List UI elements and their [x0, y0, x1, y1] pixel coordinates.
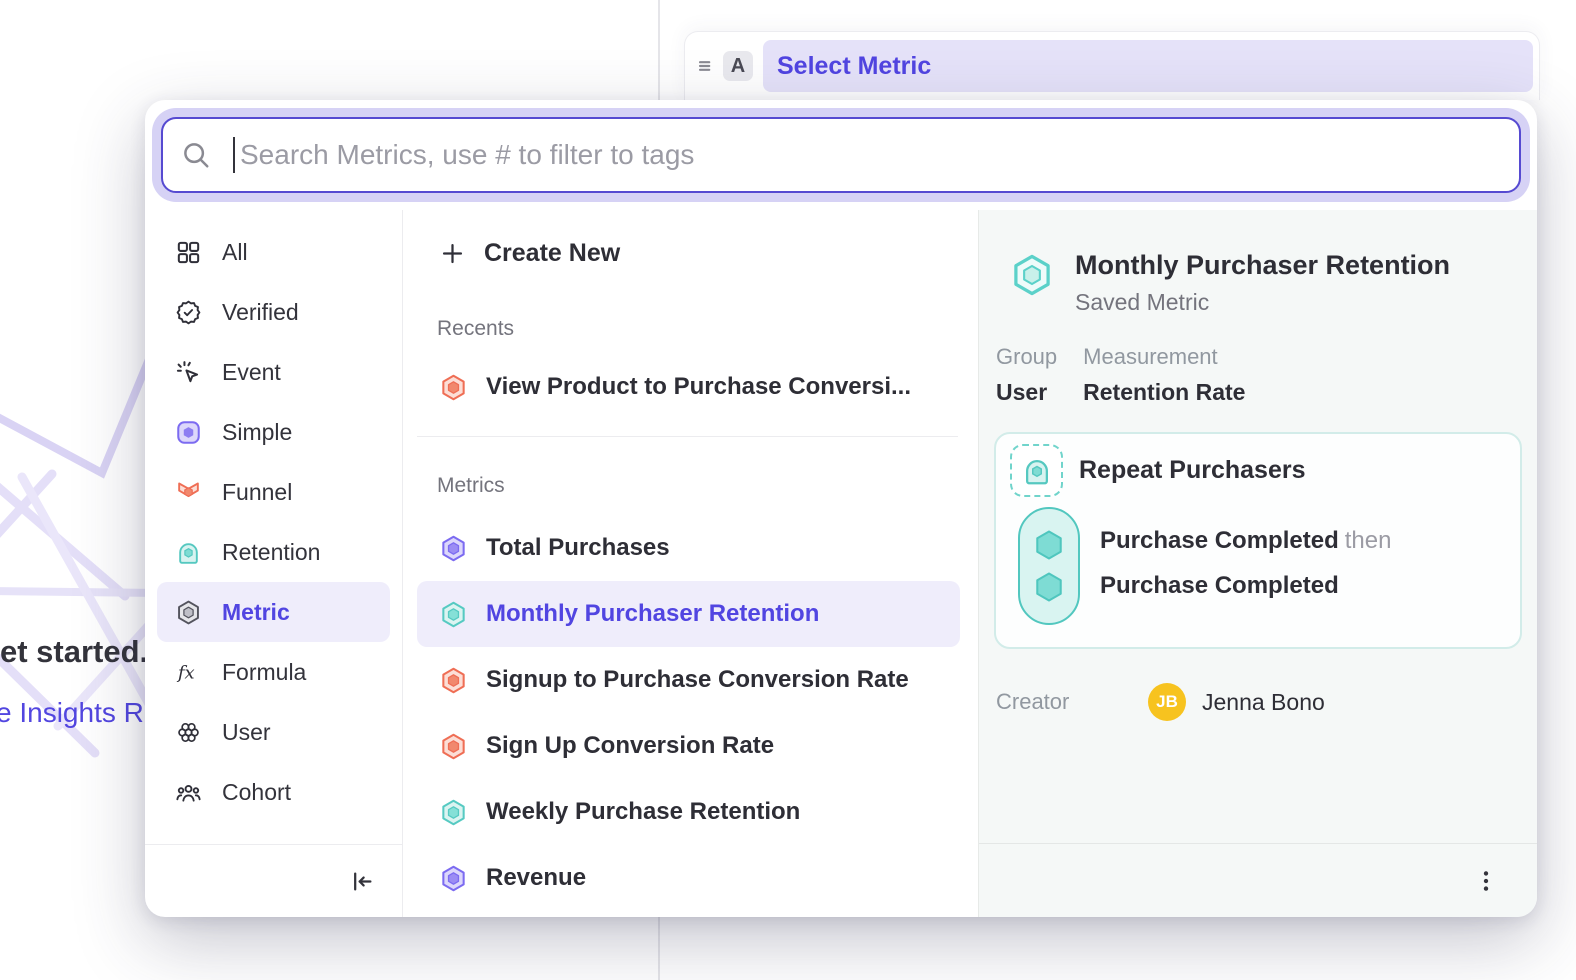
definition-step: Purchase Completed [1100, 572, 1391, 600]
event-hexagon-icon [1030, 526, 1068, 564]
sidebar-item-retention[interactable]: Retention [157, 522, 390, 582]
event-sequence-capsule [1018, 507, 1080, 625]
create-new-label: Create New [484, 239, 620, 268]
measurement-value: Retention Rate [1083, 379, 1245, 406]
metric-hexagon-icon [439, 666, 468, 695]
sidebar-item-event[interactable]: Event [157, 342, 390, 402]
group-label: Group [996, 344, 1057, 370]
user-icon [175, 719, 202, 746]
sidebar-item-label: Cohort [222, 779, 291, 806]
creator-label: Creator [996, 689, 1148, 715]
detail-title: Monthly Purchaser Retention [1075, 250, 1450, 281]
metric-hexagon-icon [175, 599, 202, 626]
select-metric-pill[interactable]: Select Metric [763, 40, 1533, 92]
metric-item-label: Total Purchases [486, 534, 670, 562]
insights-report-link[interactable]: e Insights Re [0, 697, 159, 729]
metric-hexagon-icon [439, 373, 468, 402]
metric-hexagon-icon [439, 732, 468, 761]
sidebar-item-label: User [222, 719, 271, 746]
collapse-left-icon[interactable] [349, 868, 376, 895]
metric-list-item-weekly-purchase-retention[interactable]: Weekly Purchase Retention [417, 779, 960, 845]
sidebar-item-simple[interactable]: Simple [157, 402, 390, 462]
metric-list-column: Create New Recents View Product to Purch… [403, 210, 978, 917]
sidebar-item-label: Metric [222, 599, 290, 626]
verified-badge-icon [175, 299, 202, 326]
retention-icon [175, 539, 202, 566]
search-area: Search Metrics, use # to filter to tags [145, 100, 1537, 210]
metric-list-item-sign-up-conversion-rate[interactable]: Sign Up Conversion Rate [417, 713, 960, 779]
grid-icon [175, 239, 202, 266]
metric-item-label: View Product to Purchase Conversi... [486, 373, 911, 401]
svg-text:fx: fx [176, 662, 195, 683]
sidebar-item-all[interactable]: All [157, 222, 390, 282]
metric-hexagon-icon [439, 798, 468, 827]
metric-detail-panel: Monthly Purchaser Retention Saved Metric… [978, 210, 1537, 917]
metric-picker-modal: Search Metrics, use # to filter to tags … [145, 100, 1537, 917]
sidebar-item-label: Simple [222, 419, 292, 446]
metric-list-item-view-product-to-purchase-conversi[interactable]: View Product to Purchase Conversi... [417, 354, 960, 420]
metric-item-label: Signup to Purchase Conversion Rate [486, 666, 909, 694]
metric-hexagon-icon [439, 534, 468, 563]
select-metric-bar: A Select Metric [684, 31, 1540, 100]
search-input[interactable]: Search Metrics, use # to filter to tags [161, 117, 1521, 193]
retention-icon [1010, 444, 1063, 497]
creator-avatar: JB [1148, 683, 1186, 721]
drag-handle-icon[interactable] [693, 53, 719, 79]
sidebar-item-label: Funnel [222, 479, 292, 506]
metric-list-item-total-purchases[interactable]: Total Purchases [417, 515, 960, 581]
sidebar-item-label: Verified [222, 299, 299, 326]
sidebar-item-funnel[interactable]: Funnel [157, 462, 390, 522]
metric-list-item-monthly-purchaser-retention[interactable]: Monthly Purchaser Retention [417, 581, 960, 647]
sidebar-item-cohort[interactable]: Cohort [157, 762, 390, 822]
recents-header: Recents [403, 314, 978, 344]
create-new-button[interactable]: Create New [403, 222, 978, 284]
cohort-icon [175, 779, 202, 806]
sidebar-item-label: Retention [222, 539, 320, 566]
metric-item-label: Revenue [486, 864, 586, 892]
funnel-icon [175, 479, 202, 506]
creator-name: Jenna Bono [1202, 689, 1325, 716]
search-icon [181, 140, 211, 170]
metric-hexagon-icon [439, 864, 468, 893]
metric-list-item-revenue[interactable]: Revenue [417, 845, 960, 911]
sidebar-item-verified[interactable]: Verified [157, 282, 390, 342]
sidebar-footer [145, 844, 402, 917]
event-cursor-icon [175, 359, 202, 386]
definition-name: Repeat Purchasers [1079, 456, 1306, 485]
text-cursor [233, 137, 235, 173]
metric-item-label: Weekly Purchase Retention [486, 798, 800, 826]
metric-definition-card: Repeat Purchasers Purchase Completedthen… [994, 432, 1522, 649]
sidebar-item-formula[interactable]: fx Formula [157, 642, 390, 702]
search-placeholder: Search Metrics, use # to filter to tags [240, 139, 694, 171]
sidebar-item-label: Event [222, 359, 281, 386]
metric-hexagon-icon [439, 600, 468, 629]
sidebar-item-label: All [222, 239, 248, 266]
formula-icon: fx [175, 659, 202, 686]
detail-footer [979, 843, 1537, 917]
metrics-header: Metrics [403, 471, 978, 501]
definition-step: Purchase Completedthen [1100, 527, 1391, 555]
get-started-text: et started. [0, 634, 148, 670]
plus-icon [439, 240, 466, 267]
sidebar-item-label: Formula [222, 659, 306, 686]
metric-list-item-signup-to-purchase-conversion-rate[interactable]: Signup to Purchase Conversion Rate [417, 647, 960, 713]
sidebar-item-user[interactable]: User [157, 702, 390, 762]
measurement-label: Measurement [1083, 344, 1245, 370]
category-sidebar: All Verified Event Simple Funnel Retention Met… [145, 210, 403, 917]
group-value: User [996, 379, 1057, 406]
creator-row: Creator JB Jenna Bono [996, 683, 1537, 721]
metric-item-label: Sign Up Conversion Rate [486, 732, 774, 760]
select-metric-label: Select Metric [777, 52, 931, 81]
series-a-badge: A [723, 51, 753, 81]
list-divider [417, 436, 958, 437]
metric-hexagon-icon [1009, 252, 1055, 316]
simple-icon [175, 419, 202, 446]
kebab-menu-icon[interactable] [1473, 868, 1499, 894]
metric-item-label: Monthly Purchaser Retention [486, 600, 819, 628]
event-hexagon-icon [1030, 568, 1068, 606]
detail-subtitle: Saved Metric [1075, 289, 1450, 316]
sidebar-item-metric[interactable]: Metric [157, 582, 390, 642]
